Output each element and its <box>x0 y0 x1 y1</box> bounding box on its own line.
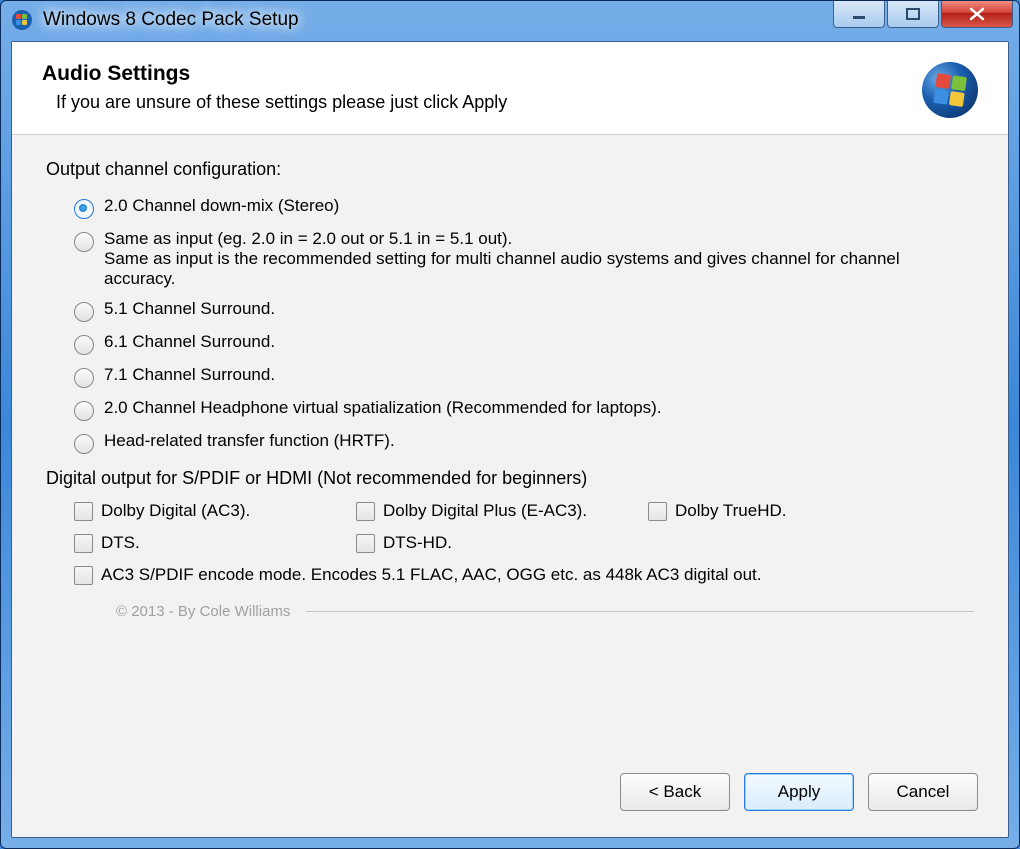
radio-icon[interactable] <box>74 232 94 252</box>
radio-icon[interactable] <box>74 335 94 355</box>
radio-option-hrtf[interactable]: Head-related transfer function (HRTF). <box>74 431 974 454</box>
window-title: Windows 8 Codec Pack Setup <box>43 9 299 31</box>
radio-icon[interactable] <box>74 199 94 219</box>
checkbox-icon[interactable] <box>74 566 93 585</box>
page-title: Audio Settings <box>42 62 507 86</box>
radio-icon[interactable] <box>74 302 94 322</box>
checkbox-icon[interactable] <box>356 534 375 553</box>
check-dolby-truehd[interactable]: Dolby TrueHD. <box>648 501 786 521</box>
check-dolby-ac3[interactable]: Dolby Digital (AC3). <box>74 501 334 521</box>
radio-description: Same as input is the recommended setting… <box>104 249 974 289</box>
radio-icon[interactable] <box>74 401 94 421</box>
app-icon <box>11 9 33 31</box>
output-channel-label: Output channel configuration: <box>46 159 974 180</box>
checkbox-icon[interactable] <box>356 502 375 521</box>
radio-option-stereo[interactable]: 2.0 Channel down-mix (Stereo) <box>74 196 974 219</box>
page-subtitle: If you are unsure of these settings plea… <box>56 92 507 113</box>
radio-icon[interactable] <box>74 368 94 388</box>
radio-option-same-as-input[interactable]: Same as input (eg. 2.0 in = 2.0 out or 5… <box>74 229 974 289</box>
client-area: Audio Settings If you are unsure of thes… <box>11 41 1009 838</box>
radio-option-5-1[interactable]: 5.1 Channel Surround. <box>74 299 974 322</box>
apply-button[interactable]: Apply <box>744 773 854 811</box>
minimize-button[interactable] <box>833 1 885 28</box>
checkbox-icon[interactable] <box>74 534 93 553</box>
check-dts[interactable]: DTS. <box>74 533 334 553</box>
back-button[interactable]: < Back <box>620 773 730 811</box>
check-dts-hd[interactable]: DTS-HD. <box>356 533 626 553</box>
checkbox-icon[interactable] <box>648 502 667 521</box>
copyright-text: © 2013 - By Cole Williams <box>116 603 290 620</box>
divider-line <box>306 611 974 612</box>
maximize-button[interactable] <box>887 1 939 28</box>
settings-body: Output channel configuration: 2.0 Channe… <box>12 135 1008 753</box>
wizard-footer: < Back Apply Cancel <box>12 753 1008 837</box>
installer-window: Windows 8 Codec Pack Setup Audio Setting… <box>0 0 1020 849</box>
radio-label: Same as input (eg. 2.0 in = 2.0 out or 5… <box>104 229 512 248</box>
check-ac3-spdif-encode[interactable]: AC3 S/PDIF encode mode. Encodes 5.1 FLAC… <box>74 565 952 585</box>
page-header: Audio Settings If you are unsure of thes… <box>12 42 1008 135</box>
radio-option-6-1[interactable]: 6.1 Channel Surround. <box>74 332 974 355</box>
check-dolby-eac3[interactable]: Dolby Digital Plus (E-AC3). <box>356 501 626 521</box>
titlebar[interactable]: Windows 8 Codec Pack Setup <box>1 1 1019 39</box>
radio-option-7-1[interactable]: 7.1 Channel Surround. <box>74 365 974 388</box>
cancel-button[interactable]: Cancel <box>868 773 978 811</box>
checkbox-icon[interactable] <box>74 502 93 521</box>
radio-icon[interactable] <box>74 434 94 454</box>
windows-logo-icon <box>922 62 978 118</box>
copyright-divider: © 2013 - By Cole Williams <box>116 603 974 620</box>
digital-output-label: Digital output for S/PDIF or HDMI (Not r… <box>46 468 974 489</box>
close-button[interactable] <box>941 1 1013 28</box>
radio-option-headphone[interactable]: 2.0 Channel Headphone virtual spatializa… <box>74 398 974 421</box>
